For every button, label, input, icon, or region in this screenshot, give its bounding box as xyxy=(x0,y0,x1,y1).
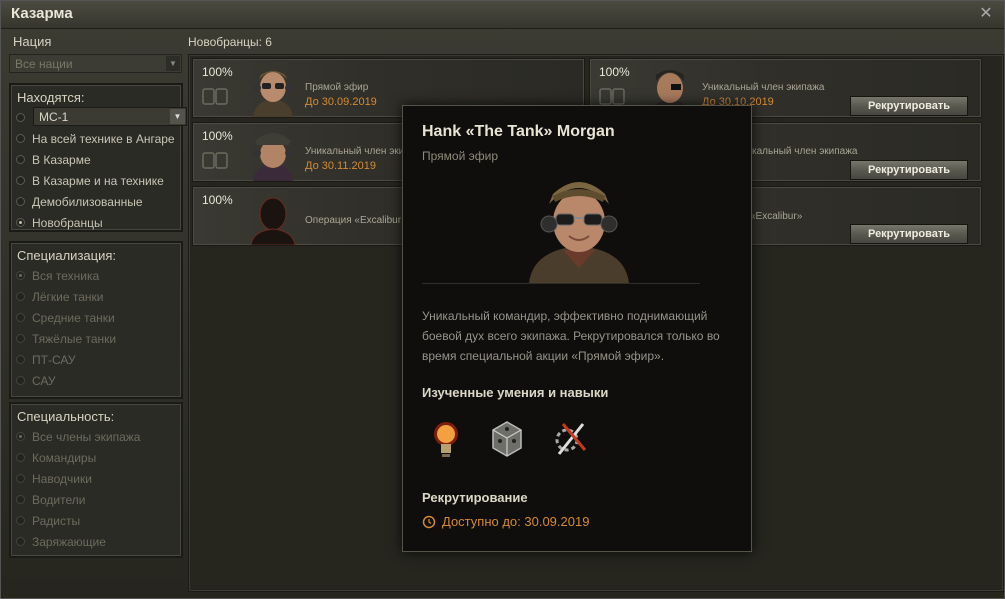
radio-icon xyxy=(16,197,25,206)
recruit-expiry: До 30.11.2019 xyxy=(305,160,376,172)
unknown-recruit-silhouette-icon xyxy=(250,197,296,245)
role-option[interactable]: Заряжающие xyxy=(11,531,181,552)
recruit-percent: 100% xyxy=(202,193,233,207)
specialization-option[interactable]: Тяжёлые танки xyxy=(11,328,181,349)
recruit-description: «Excalibur» xyxy=(750,211,803,222)
tooltip-subtitle: Прямой эфир xyxy=(422,149,498,163)
radio-icon xyxy=(16,376,25,385)
recruit-button[interactable]: Рекрутировать xyxy=(850,224,968,244)
recruit-button[interactable]: Рекрутировать xyxy=(850,160,968,180)
location-option[interactable]: В Казарме и на технике xyxy=(11,170,181,191)
role-panel: Специальность: Все члены экипажа Команди… xyxy=(9,402,183,558)
specialization-option[interactable]: САУ xyxy=(11,370,181,391)
close-icon[interactable]: ✕ xyxy=(978,6,994,22)
role-title: Специальность: xyxy=(17,409,115,424)
commander-portrait-icon xyxy=(253,133,293,181)
radio-selected-icon xyxy=(16,432,25,441)
nation-label: Нация xyxy=(13,34,52,49)
radio-selected-icon xyxy=(16,218,25,227)
six-sense-dice-icon xyxy=(492,421,522,457)
vehicle-radio[interactable] xyxy=(16,113,25,122)
crew-seats-icon xyxy=(202,88,228,105)
role-option[interactable]: Наводчики xyxy=(11,468,181,489)
radio-icon xyxy=(16,134,25,143)
chevron-down-icon: ▼ xyxy=(170,109,185,124)
tooltip-availability: Доступно до: 30.09.2019 xyxy=(422,514,589,529)
commander-portrait-icon xyxy=(253,71,293,117)
recruit-expiry: До 30.09.2019 xyxy=(305,96,377,108)
specialization-option[interactable]: Средние танки xyxy=(11,307,181,328)
radio-icon xyxy=(16,453,25,462)
radio-icon xyxy=(16,334,25,343)
radio-icon xyxy=(16,355,25,364)
commander-portrait-icon xyxy=(529,182,629,283)
clock-icon xyxy=(422,515,436,528)
vehicle-dropdown[interactable]: МС-1 ▼ xyxy=(33,107,187,126)
recruit-percent: 100% xyxy=(599,65,630,79)
radio-selected-icon xyxy=(16,271,25,280)
recruit-tooltip: Hank «The Tank» Morgan Прямой эфир Уника… xyxy=(402,105,752,552)
location-panel: Находятся: МС-1 ▼ На всей технике в Анга… xyxy=(9,83,187,233)
specialization-option[interactable]: Лёгкие танки xyxy=(11,286,181,307)
role-option[interactable]: Все члены экипажа xyxy=(11,426,181,447)
crew-seats-icon xyxy=(202,152,228,169)
repair-tools-icon xyxy=(555,423,587,455)
recruit-percent: 100% xyxy=(202,65,233,79)
location-option[interactable]: В Казарме xyxy=(11,149,181,170)
radio-icon xyxy=(16,176,25,185)
nation-dropdown-value: Все нации xyxy=(15,57,73,71)
recruit-description: Уникальный член экипажа xyxy=(702,82,825,93)
location-title: Находятся: xyxy=(17,90,85,105)
role-option[interactable]: Водители xyxy=(11,489,181,510)
specialization-option[interactable]: ПТ-САУ xyxy=(11,349,181,370)
location-option[interactable]: Новобранцы xyxy=(11,212,181,233)
specialization-title: Специализация: xyxy=(17,248,116,263)
vehicle-dropdown-value: МС-1 xyxy=(39,110,69,124)
specialization-panel: Специализация: Вся техника Лёгкие танки … xyxy=(9,241,183,399)
radio-icon xyxy=(16,313,25,322)
radio-icon xyxy=(16,516,25,525)
radio-icon xyxy=(16,155,25,164)
radio-icon xyxy=(16,292,25,301)
tooltip-description: Уникальный командир, эффективно поднимаю… xyxy=(422,309,720,363)
location-option[interactable]: Демобилизованные xyxy=(11,191,181,212)
recruit-button[interactable]: Рекрутировать xyxy=(850,96,968,116)
radio-icon xyxy=(16,474,25,483)
nation-dropdown[interactable]: Все нации ▼ xyxy=(9,54,182,73)
crew-seats-icon xyxy=(599,88,625,105)
tooltip-name: Hank «The Tank» Morgan xyxy=(422,123,615,140)
role-option[interactable]: Радисты xyxy=(11,510,181,531)
tooltip-divider xyxy=(422,283,700,284)
recruit-description: Операция «Excalibur» xyxy=(305,215,407,226)
radio-icon xyxy=(16,495,25,504)
tooltip-available-date: Доступно до: 30.09.2019 xyxy=(442,514,590,529)
radio-icon xyxy=(16,537,25,546)
chevron-down-icon: ▼ xyxy=(166,56,180,71)
tooltip-recruit-title: Рекрутирование xyxy=(422,490,528,505)
title-bar[interactable]: Казарма ✕ xyxy=(1,1,1004,29)
recruit-percent: 100% xyxy=(202,129,233,143)
window-title: Казарма xyxy=(11,5,73,22)
specialization-option[interactable]: Вся техника xyxy=(11,265,181,286)
recruits-count-label: Новобранцы: 6 xyxy=(188,35,272,49)
recruit-description: Уникальный член экипажа xyxy=(735,146,858,157)
brothers-in-arms-icon xyxy=(434,422,458,457)
role-option[interactable]: Командиры xyxy=(11,447,181,468)
location-option[interactable]: На всей технике в Ангаре xyxy=(11,128,181,149)
recruit-description: Прямой эфир xyxy=(305,82,369,93)
barracks-window: Казарма ✕ Нация Все нации ▼ Находятся: М… xyxy=(0,0,1005,599)
vehicle-row: МС-1 ▼ xyxy=(11,107,187,128)
tooltip-skills-title: Изученные умения и навыки xyxy=(422,385,609,400)
